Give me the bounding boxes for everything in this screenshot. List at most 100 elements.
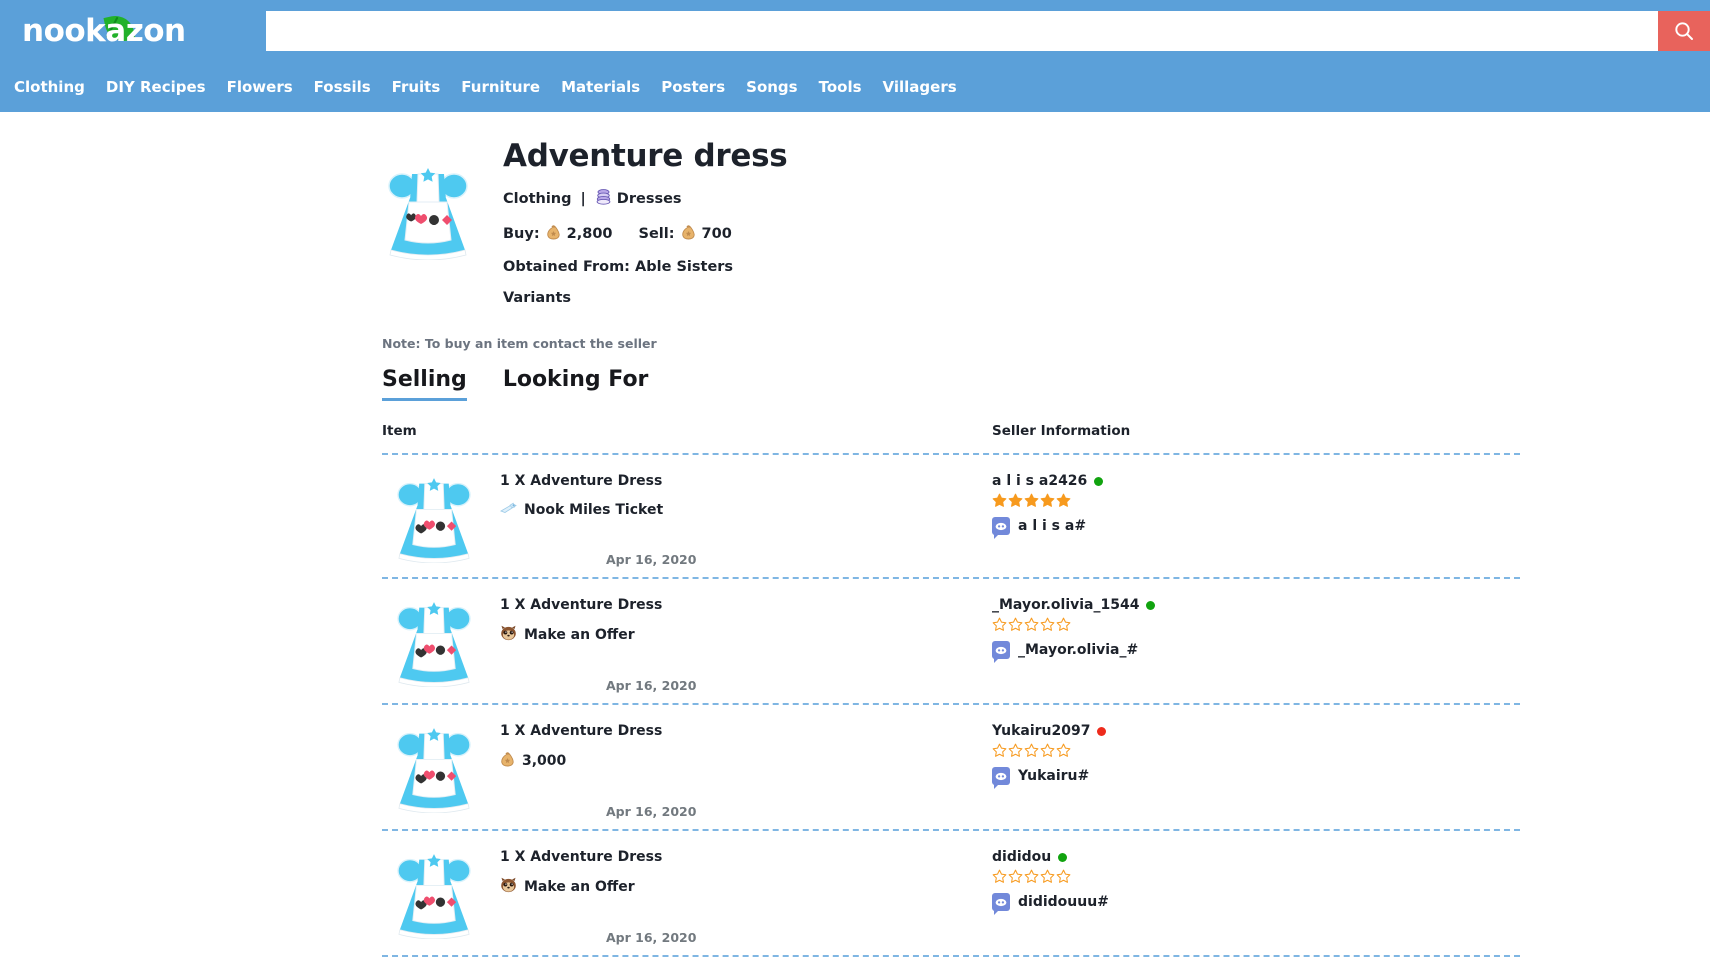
- seller-name[interactable]: a l i s a2426: [992, 473, 1087, 489]
- table-row[interactable]: 1 X Adventure Dress 3,000 Apr 16, 2020 Y…: [382, 705, 1520, 829]
- discord-handle: Yukairu#: [1018, 768, 1090, 784]
- item-thumbnail: [394, 717, 474, 814]
- product-category[interactable]: Clothing: [503, 191, 572, 207]
- discord-icon: [992, 641, 1010, 663]
- nav-item-songs[interactable]: Songs: [746, 78, 797, 96]
- row-item-cell: 1 X Adventure Dress Make an Offer Apr 16…: [382, 591, 992, 693]
- obtained-from: Obtained From: Able Sisters: [503, 259, 734, 275]
- nav-item-materials[interactable]: Materials: [561, 78, 640, 96]
- seller-rating: [992, 617, 1520, 632]
- page-title: Adventure dress: [503, 138, 788, 174]
- main-nav: Clothing DIY Recipes Flowers Fossils Fru…: [0, 62, 1710, 112]
- dress-stack-icon: [595, 188, 612, 209]
- nook-miles-ticket-icon: [500, 501, 517, 519]
- seller-discord[interactable]: _Mayor.olivia_#: [992, 641, 1520, 663]
- discord-handle: dididouuu#: [1018, 894, 1109, 910]
- search-bar: [265, 11, 1710, 51]
- buy-price: 2,800: [566, 226, 613, 242]
- listing-date: Apr 16, 2020: [606, 930, 697, 945]
- item-text-block: 1 X Adventure Dress Nook Miles Ticket Ap…: [500, 467, 696, 567]
- nav-item-tools[interactable]: Tools: [819, 78, 862, 96]
- item-price: Make an Offer: [500, 877, 696, 897]
- listing-date: Apr 16, 2020: [606, 678, 697, 693]
- seller-discord[interactable]: Yukairu#: [992, 767, 1520, 789]
- product-subcategory[interactable]: Dresses: [617, 191, 682, 207]
- seller-discord[interactable]: dididouuu#: [992, 893, 1520, 915]
- nav-item-clothing[interactable]: Clothing: [14, 78, 85, 96]
- listings-table: Item Seller Information 1 X Adventure Dr…: [382, 423, 1520, 957]
- buy-note: Note: To buy an item contact the seller: [382, 336, 657, 351]
- buy-label: Buy:: [503, 226, 540, 242]
- item-thumbnail: [394, 591, 474, 688]
- row-item-cell: 1 X Adventure Dress Nook Miles Ticket Ap…: [382, 467, 992, 567]
- tom-nook-icon: [500, 625, 517, 645]
- product-image: [385, 156, 471, 261]
- nav-item-posters[interactable]: Posters: [661, 78, 725, 96]
- item-quantity-name: 1 X Adventure Dress: [500, 597, 663, 613]
- listing-date: Apr 16, 2020: [606, 804, 697, 819]
- search-button[interactable]: [1658, 11, 1710, 51]
- column-header-item: Item: [382, 423, 417, 439]
- discord-icon: [992, 767, 1010, 789]
- nav-item-diy-recipes[interactable]: DIY Recipes: [106, 78, 206, 96]
- logo-text-post: zon: [125, 13, 186, 49]
- product-price-line: Buy: 2,800 Sell: 700: [503, 224, 787, 244]
- bell-bag-icon: [546, 224, 561, 244]
- listing-date: Apr 16, 2020: [606, 552, 697, 567]
- nav-item-villagers[interactable]: Villagers: [883, 78, 957, 96]
- tab-looking-for[interactable]: Looking For: [503, 367, 649, 401]
- product-header: Adventure dress Clothing | Dresses Buy:: [0, 112, 1710, 306]
- seller-rating: [992, 743, 1520, 758]
- nav-item-furniture[interactable]: Furniture: [461, 78, 540, 96]
- item-thumbnail: [394, 467, 474, 564]
- logo-text-pre: nook: [22, 13, 106, 49]
- sell-price: 700: [701, 226, 732, 242]
- nav-item-flowers[interactable]: Flowers: [227, 78, 293, 96]
- bell-bag-icon: [500, 751, 515, 771]
- seller-discord[interactable]: a l i s a#: [992, 517, 1520, 539]
- seller-name-row: Yukairu2097: [992, 723, 1520, 739]
- row-seller-cell: a l i s a2426 a l i s a#: [992, 467, 1520, 567]
- status-badge-online: [1058, 852, 1068, 862]
- tom-nook-icon: [500, 877, 517, 897]
- table-row[interactable]: 1 X Adventure Dress Make an Offer Apr 16…: [382, 579, 1520, 703]
- page-content: Adventure dress Clothing | Dresses Buy:: [0, 112, 1710, 957]
- row-seller-cell: _Mayor.olivia_1544 _Mayor.olivia_#: [992, 591, 1520, 693]
- listing-rows: 1 X Adventure Dress Nook Miles Ticket Ap…: [382, 455, 1520, 957]
- price-text: Make an Offer: [524, 627, 635, 643]
- site-header: nookazon Clothing DIY Recipes Flowers Fo…: [0, 0, 1710, 112]
- variants-toggle[interactable]: Variants: [503, 290, 787, 306]
- site-logo[interactable]: nookazon: [22, 12, 186, 49]
- seller-name-row: dididou: [992, 849, 1520, 865]
- item-quantity-name: 1 X Adventure Dress: [500, 473, 663, 489]
- table-row[interactable]: 1 X Adventure Dress Make an Offer Apr 16…: [382, 831, 1520, 955]
- seller-name[interactable]: _Mayor.olivia_1544: [992, 597, 1139, 613]
- item-price: 3,000: [500, 751, 696, 771]
- product-category-line: Clothing | Dresses: [503, 188, 787, 209]
- tab-selling[interactable]: Selling: [382, 367, 467, 401]
- item-thumbnail: [394, 843, 474, 940]
- discord-handle: _Mayor.olivia_#: [1018, 642, 1139, 658]
- row-item-cell: 1 X Adventure Dress Make an Offer Apr 16…: [382, 843, 992, 945]
- price-text: Nook Miles Ticket: [524, 502, 664, 518]
- item-text-block: 1 X Adventure Dress Make an Offer Apr 16…: [500, 591, 696, 693]
- search-input[interactable]: [265, 11, 1658, 51]
- discord-icon: [992, 893, 1010, 915]
- seller-rating: [992, 869, 1520, 884]
- bell-bag-icon-sell: [681, 224, 696, 244]
- seller-name[interactable]: dididou: [992, 849, 1051, 865]
- seller-name-row: a l i s a2426: [992, 473, 1520, 489]
- table-header-row: Item Seller Information: [382, 423, 1520, 453]
- row-item-cell: 1 X Adventure Dress 3,000 Apr 16, 2020: [382, 717, 992, 819]
- seller-name[interactable]: Yukairu2097: [992, 723, 1090, 739]
- row-seller-cell: Yukairu2097 Yukairu#: [992, 717, 1520, 819]
- header-top-bar: nookazon: [0, 0, 1710, 62]
- status-badge-online: [1094, 476, 1104, 486]
- table-row[interactable]: 1 X Adventure Dress Nook Miles Ticket Ap…: [382, 455, 1520, 577]
- status-badge-offline: [1097, 726, 1107, 736]
- listing-tabs: Selling Looking For: [382, 367, 1710, 401]
- nav-item-fossils[interactable]: Fossils: [314, 78, 371, 96]
- nav-item-fruits[interactable]: Fruits: [392, 78, 441, 96]
- row-seller-cell: dididou dididouuu#: [992, 843, 1520, 945]
- price-text: 3,000: [522, 753, 567, 769]
